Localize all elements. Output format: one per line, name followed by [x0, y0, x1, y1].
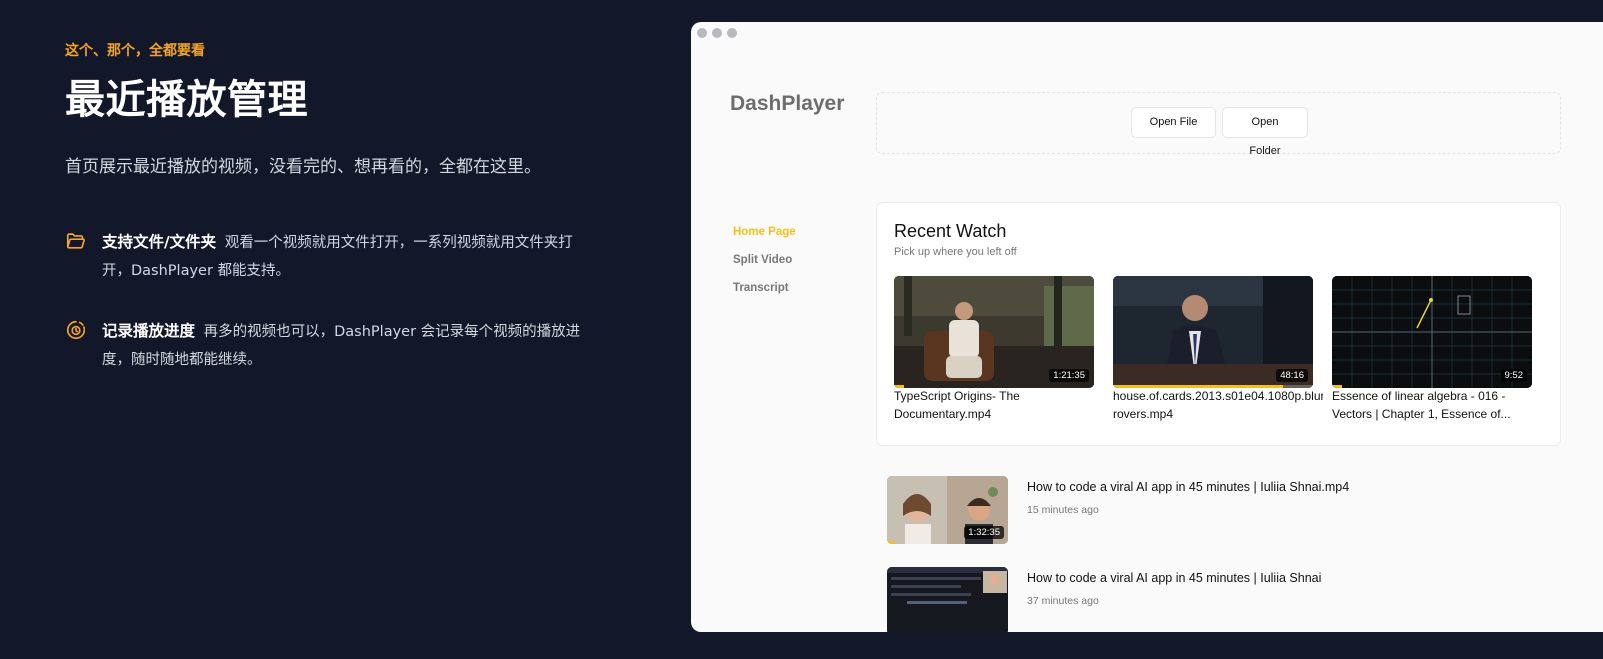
list-item[interactable]: 1:32:35 How to code a viral AI app in 45… [887, 476, 1567, 548]
progress-bar [887, 541, 896, 544]
video-thumbnail[interactable]: 48:16 [1113, 276, 1313, 388]
headline: 最近播放管理 [65, 77, 308, 123]
video-title[interactable]: Essence of linear algebra - 016 - Vector… [1332, 387, 1542, 423]
progress-clock-icon [66, 320, 86, 340]
duration-badge: 1:21:35 [1049, 369, 1089, 382]
nav-home-page[interactable]: Home Page [733, 218, 796, 246]
maximize-window-dot[interactable] [727, 28, 737, 38]
watched-time: 15 minutes ago [1027, 504, 1099, 516]
video-thumbnail[interactable]: 1:21:35 [894, 276, 1094, 388]
app-window: DashPlayer Open File Open Folder Home Pa… [691, 22, 1603, 632]
video-title[interactable]: How to code a viral AI app in 45 minutes… [1027, 571, 1321, 585]
app-brand: DashPlayer [730, 92, 845, 115]
feature-item: 记录播放进度 再多的视频也可以，DashPlayer 会记录每个视频的播放进度，… [65, 317, 585, 374]
eyebrow-text: 这个、那个，全都要看 [65, 43, 205, 59]
nav-transcript[interactable]: Transcript [733, 274, 796, 302]
list-item[interactable]: How to code a viral AI app in 45 minutes… [887, 567, 1567, 632]
window-controls [697, 28, 737, 38]
video-thumbnail[interactable] [887, 567, 1008, 632]
open-file-button[interactable]: Open File [1131, 107, 1216, 138]
duration-badge: 9:52 [1500, 369, 1527, 382]
feature-title: 记录播放进度 [102, 322, 196, 340]
open-folder-button[interactable]: Open Folder [1222, 107, 1308, 157]
duration-badge: 48:16 [1276, 369, 1308, 382]
video-title[interactable]: How to code a viral AI app in 45 minutes… [1027, 480, 1349, 494]
feature-title: 支持文件/文件夹 [102, 233, 217, 251]
duration-badge: 1:32:35 [964, 526, 1004, 539]
marketing-section: 这个、那个，全都要看 最近播放管理 首页展示最近播放的视频，没看完的、想再看的，… [65, 40, 605, 368]
minimize-window-dot[interactable] [712, 28, 722, 38]
recent-watch-panel: Recent Watch Pick up where you left off … [876, 202, 1561, 446]
video-thumbnail[interactable]: 1:32:35 [887, 476, 1008, 544]
feature-item: 支持文件/文件夹 观看一个视频就用文件打开，一系列视频就用文件夹打开，DashP… [65, 228, 585, 285]
nav-split-video[interactable]: Split Video [733, 246, 796, 274]
folder-open-icon [66, 233, 85, 249]
recent-watch-subtitle: Pick up where you left off [894, 246, 1017, 258]
video-thumbnail[interactable]: 9:52 [1332, 276, 1532, 388]
watched-time: 37 minutes ago [1027, 595, 1099, 607]
screen-recording-thumbnail [887, 567, 1008, 632]
sidebar-nav: Home Page Split Video Transcript [733, 218, 796, 302]
video-title[interactable]: TypeScript Origins- The Documentary.mp4 [894, 387, 1104, 423]
video-title[interactable]: house.of.cards.2013.s01e04.1080p.bluray.… [1113, 387, 1323, 423]
intro-text: 首页展示最近播放的视频，没看完的、想再看的，全都在这里。 [65, 157, 541, 177]
file-drop-zone: Open File Open Folder [876, 92, 1561, 157]
close-window-dot[interactable] [697, 28, 707, 38]
recent-watch-title: Recent Watch [894, 221, 1007, 241]
